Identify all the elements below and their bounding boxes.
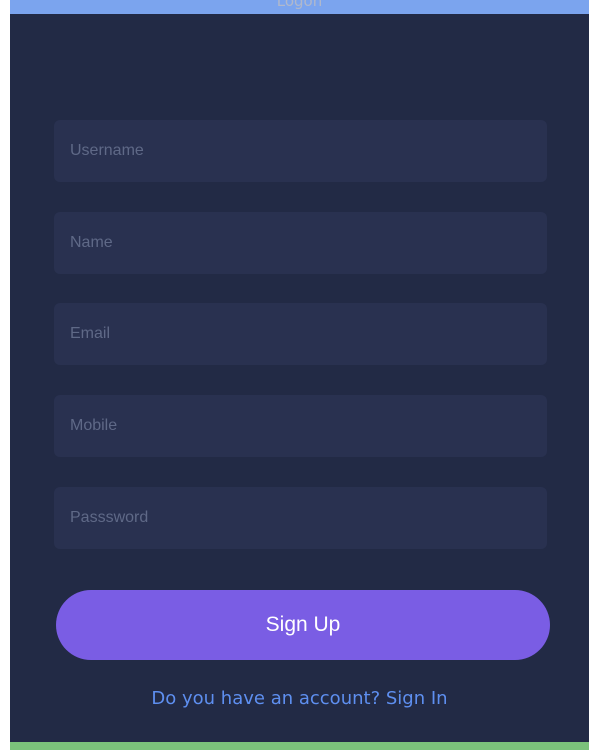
email-field[interactable] xyxy=(54,303,547,365)
account-prompt-text: Do you have an account? xyxy=(151,688,381,709)
bottom-bar xyxy=(10,742,589,750)
sign-in-link[interactable]: Sign In xyxy=(386,688,448,709)
password-input[interactable] xyxy=(68,508,547,528)
header-title: Logon xyxy=(276,0,323,10)
name-field[interactable] xyxy=(54,212,547,274)
top-bar: Logon xyxy=(10,0,589,14)
mobile-field[interactable] xyxy=(54,395,547,457)
password-field[interactable] xyxy=(54,487,547,549)
account-prompt-line: Do you have an account? Sign In xyxy=(10,688,589,709)
name-input[interactable] xyxy=(68,233,547,253)
username-input[interactable] xyxy=(68,141,547,161)
sign-up-button[interactable]: Sign Up xyxy=(56,590,550,660)
email-input[interactable] xyxy=(68,324,547,344)
username-field[interactable] xyxy=(54,120,547,182)
signup-panel: Sign Up Do you have an account? Sign In xyxy=(10,14,589,742)
mobile-input[interactable] xyxy=(68,416,547,436)
